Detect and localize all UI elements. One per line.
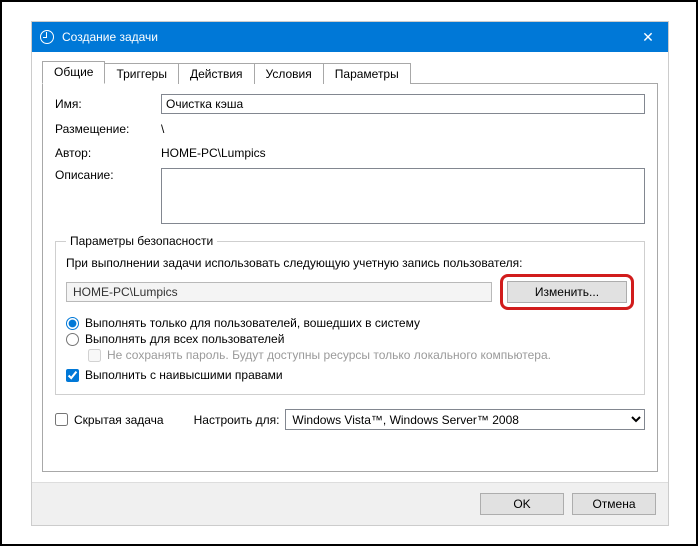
titlebar: Создание задачи ✕: [32, 22, 668, 52]
label-location: Размещение:: [55, 122, 155, 136]
checkbox-no-store-pwd-label: Не сохранять пароль. Будут доступны ресу…: [107, 348, 551, 362]
checkbox-highest-priv-label: Выполнить с наивысшими правами: [85, 368, 283, 382]
configure-for-select[interactable]: Windows Vista™, Windows Server™ 2008: [285, 409, 645, 430]
location-value: \: [161, 120, 645, 138]
label-configure-for: Настроить для:: [194, 413, 280, 427]
tab-strip: Общие Триггеры Действия Условия Параметр…: [42, 60, 658, 83]
radio-all-users-label: Выполнять для всех пользователей: [85, 332, 284, 346]
clock-icon: [40, 30, 54, 44]
close-button[interactable]: ✕: [628, 22, 668, 52]
window-title: Создание задачи: [62, 30, 628, 44]
dialog-footer: OK Отмена: [32, 482, 668, 525]
checkbox-no-store-pwd-input: [88, 349, 101, 362]
checkbox-hidden-task-input[interactable]: [55, 413, 68, 426]
radio-all-users-input[interactable]: [66, 333, 79, 346]
ok-button[interactable]: OK: [480, 493, 564, 515]
radio-logged-on-label: Выполнять только для пользователей, воше…: [85, 316, 420, 330]
label-name: Имя:: [55, 97, 155, 111]
cancel-button[interactable]: Отмена: [572, 493, 656, 515]
security-account-row: HOME-PC\Lumpics Изменить...: [66, 274, 634, 310]
checkbox-no-store-pwd: Не сохранять пароль. Будут доступны ресу…: [88, 348, 634, 362]
author-value: HOME-PC\Lumpics: [161, 144, 645, 162]
row-location: Размещение: \: [55, 120, 645, 138]
checkbox-highest-priv[interactable]: Выполнить с наивысшими правами: [66, 368, 634, 382]
row-description: Описание:: [55, 168, 645, 224]
tab-conditions[interactable]: Условия: [254, 63, 324, 84]
security-legend: Параметры безопасности: [66, 234, 217, 248]
tab-actions[interactable]: Действия: [178, 63, 255, 84]
content-area: Общие Триггеры Действия Условия Параметр…: [32, 52, 668, 482]
highlight-box: Изменить...: [500, 274, 634, 310]
security-fieldset: Параметры безопасности При выполнении за…: [55, 234, 645, 395]
tab-triggers[interactable]: Триггеры: [104, 63, 179, 84]
row-author: Автор: HOME-PC\Lumpics: [55, 144, 645, 162]
dialog-window: Создание задачи ✕ Общие Триггеры Действи…: [31, 21, 669, 526]
description-input[interactable]: [161, 168, 645, 224]
change-user-button[interactable]: Изменить...: [507, 281, 627, 303]
security-account-display: HOME-PC\Lumpics: [66, 282, 492, 302]
checkbox-highest-priv-input[interactable]: [66, 369, 79, 382]
checkbox-hidden-task[interactable]: Скрытая задача: [55, 413, 164, 427]
label-author: Автор:: [55, 146, 155, 160]
checkbox-hidden-task-label: Скрытая задача: [74, 413, 164, 427]
row-name: Имя:: [55, 94, 645, 114]
radio-logged-on[interactable]: Выполнять только для пользователей, воше…: [66, 316, 634, 330]
tab-settings[interactable]: Параметры: [323, 63, 411, 84]
security-run-as-text: При выполнении задачи использовать следу…: [66, 256, 634, 270]
tab-general[interactable]: Общие: [42, 61, 105, 84]
name-input[interactable]: [161, 94, 645, 114]
close-icon: ✕: [642, 29, 654, 46]
bottom-row: Скрытая задача Настроить для: Windows Vi…: [55, 409, 645, 430]
radio-all-users[interactable]: Выполнять для всех пользователей: [66, 332, 634, 346]
tab-panel-general: Имя: Размещение: \ Автор: HOME-PC\Lumpic…: [42, 83, 658, 472]
radio-logged-on-input[interactable]: [66, 317, 79, 330]
label-description: Описание:: [55, 168, 155, 182]
